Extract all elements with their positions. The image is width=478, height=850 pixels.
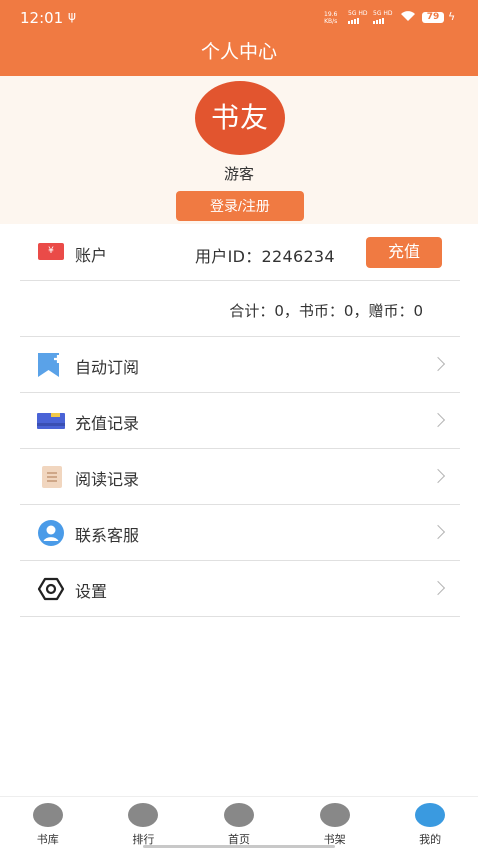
network-speed: 19.6 KB/s [324, 11, 337, 25]
wallet-icon: ¥ [38, 243, 64, 260]
tab-label: 我的 [419, 833, 442, 846]
bookshelf-icon [319, 803, 350, 827]
battery-icon: 79 [422, 12, 444, 23]
crown-icon [128, 803, 159, 827]
wallet-card-icon [37, 413, 65, 429]
chevron-right-icon [430, 412, 446, 428]
account-row: ¥ 账户 用户ID：2246234 充值 [20, 224, 460, 281]
chevron-right-icon [430, 356, 446, 372]
customer-service-icon [38, 520, 64, 546]
account-label: 账户 [75, 246, 108, 265]
charging-icon: ϟ [448, 10, 456, 23]
menu-item-label: 阅读记录 [75, 470, 140, 489]
signal-sim1-label: 5G HD [348, 10, 368, 17]
menu-item-label: 联系客服 [75, 526, 140, 545]
settings-hex-icon [37, 577, 65, 601]
balance-row: 合计：0，书币：0，赠币：0 [20, 281, 460, 337]
menu-item-label: 自动订阅 [75, 358, 140, 377]
menu-item-reading-history[interactable]: 阅读记录 [20, 449, 460, 505]
balance-summary: 合计：0，书币：0，赠币：0 [229, 302, 423, 320]
status-bar: 12:01 ψ 19.6 KB/s 5G HD 5G HD 79 ϟ [0, 0, 478, 36]
menu-item-settings[interactable]: 设置 [20, 561, 460, 617]
menu-item-auto-subscribe[interactable]: 自动订阅 [20, 337, 460, 393]
user-icon [415, 803, 446, 827]
tab-library[interactable]: 书库 [0, 797, 96, 850]
login-register-button[interactable]: 登录/注册 [176, 191, 304, 221]
tab-ranking[interactable]: 排行 [96, 797, 192, 850]
menu-item-customer-service[interactable]: 联系客服 [20, 505, 460, 561]
signal-sim2-label: 5G HD [373, 10, 393, 17]
network-speed-value: 19.6 [324, 11, 338, 18]
bottom-tab-bar: 书库 排行 首页 书架 我的 [0, 796, 478, 850]
chevron-right-icon [430, 468, 446, 484]
signal-sim1-icon: 5G HD [348, 10, 368, 24]
page-title: 个人中心 [0, 36, 478, 76]
chevron-right-icon [430, 580, 446, 596]
avatar[interactable]: 书友 [195, 81, 285, 155]
tab-bookshelf[interactable]: 书架 [287, 797, 383, 850]
username: 游客 [223, 165, 254, 183]
status-time: 12:01 [20, 9, 64, 27]
signal-sim2-icon: 5G HD [373, 10, 393, 24]
recharge-button[interactable]: 充值 [366, 237, 442, 268]
bookmark-plus-icon [38, 353, 62, 377]
menu-item-recharge-history[interactable]: 充值记录 [20, 393, 460, 449]
tab-label: 书库 [36, 833, 59, 846]
network-speed-unit: KB/s [324, 18, 338, 25]
usb-icon: ψ [68, 9, 76, 23]
book-history-icon [42, 466, 62, 488]
menu-item-label: 充值记录 [75, 414, 140, 433]
profile-section: 书友 游客 登录/注册 [0, 76, 478, 224]
tab-home[interactable]: 首页 [191, 797, 287, 850]
home-book-icon [223, 803, 254, 827]
wifi-icon [401, 11, 415, 21]
home-indicator[interactable] [143, 845, 335, 848]
menu-item-label: 设置 [75, 582, 108, 601]
library-icon [32, 803, 63, 827]
tab-mine[interactable]: 我的 [382, 797, 478, 850]
user-id: 用户ID：2246234 [195, 247, 335, 266]
chevron-right-icon [430, 524, 446, 540]
